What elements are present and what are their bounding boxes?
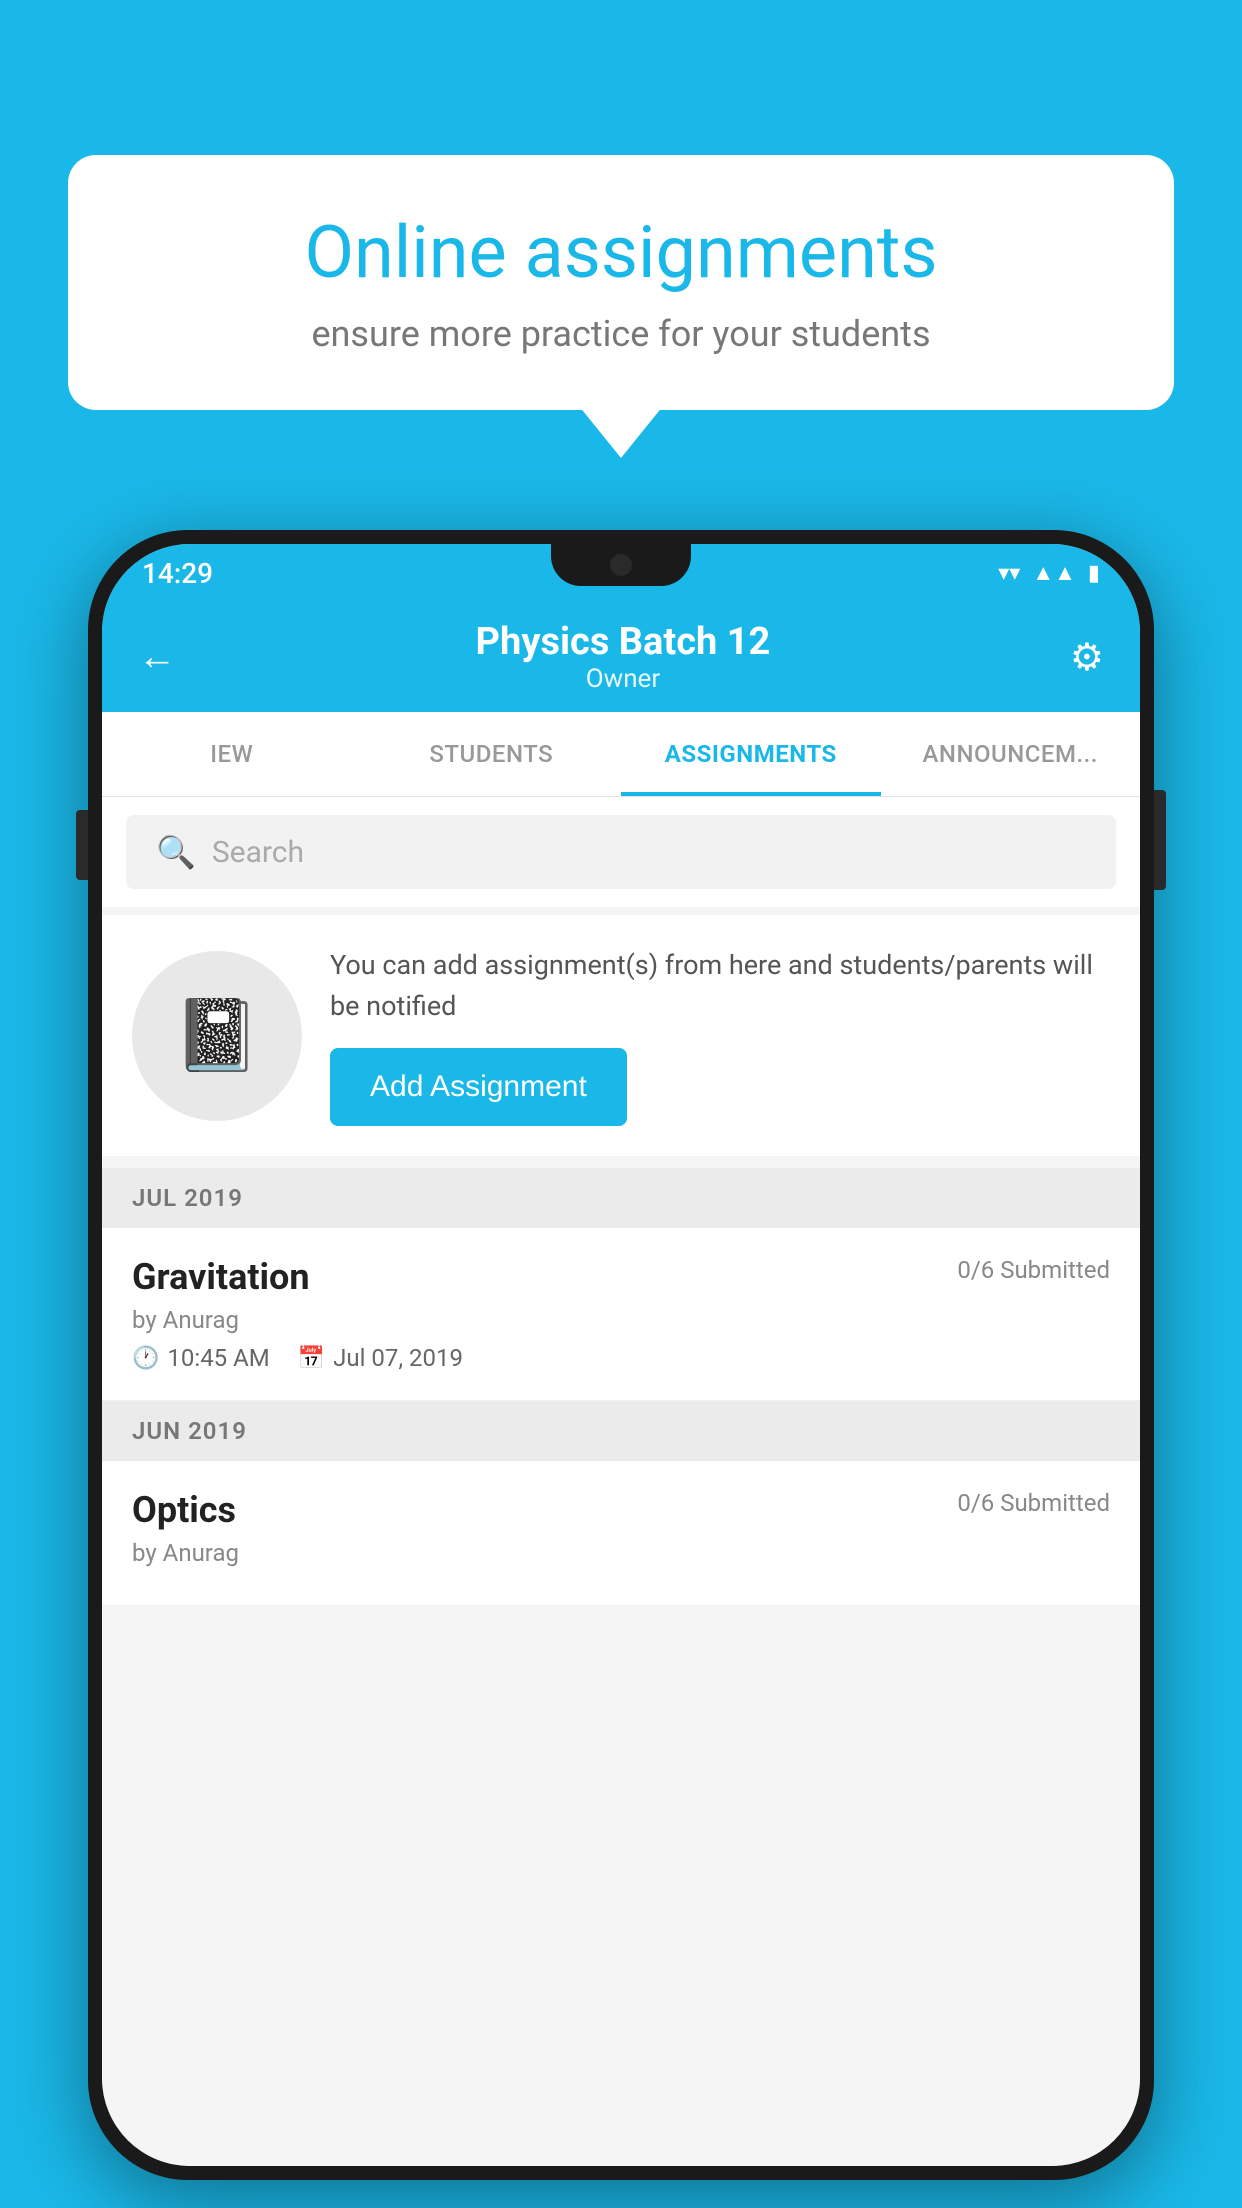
section-header-jul: JUL 2019: [102, 1168, 1140, 1228]
content-area: 🔍 Search 📓 You can add assignment(s) fro…: [102, 797, 1140, 2166]
tab-students[interactable]: STUDENTS: [362, 712, 622, 796]
assignment-submitted: 0/6 Submitted: [957, 1256, 1110, 1284]
assignment-date: 📅 Jul 07, 2019: [298, 1344, 463, 1372]
assignment-by-optics: by Anurag: [132, 1539, 1110, 1567]
app-header: ← Physics Batch 12 Owner ⚙: [102, 602, 1140, 712]
phone-screen: 14:29 ▾▾ ▲▲ ▮ ← Physics Batch 12 Owner ⚙…: [102, 544, 1140, 2166]
clock-icon: 🕐: [132, 1346, 159, 1371]
assignment-time: 🕐 10:45 AM: [132, 1344, 270, 1372]
notch-camera: [610, 554, 632, 576]
assignment-name: Gravitation: [132, 1256, 310, 1298]
tabs-bar: IEW STUDENTS ASSIGNMENTS ANNOUNCEM...: [102, 712, 1140, 797]
assignment-submitted-optics: 0/6 Submitted: [957, 1489, 1110, 1517]
header-title: Physics Batch 12: [476, 620, 771, 664]
tab-iew[interactable]: IEW: [102, 712, 362, 796]
promo-text: You can add assignment(s) from here and …: [330, 945, 1110, 1026]
search-bar[interactable]: 🔍 Search: [126, 815, 1116, 889]
notebook-icon: 📓: [173, 995, 260, 1077]
assignment-name-optics: Optics: [132, 1489, 236, 1531]
battery-icon: ▮: [1088, 561, 1100, 586]
tab-announcements[interactable]: ANNOUNCEM...: [881, 712, 1141, 796]
section-header-jun: JUN 2019: [102, 1401, 1140, 1461]
assignment-by: by Anurag: [132, 1306, 1110, 1334]
phone-notch: [551, 544, 691, 586]
header-subtitle: Owner: [476, 664, 771, 694]
assignment-row-top-optics: Optics 0/6 Submitted: [132, 1489, 1110, 1531]
time-value: 10:45 AM: [167, 1344, 269, 1372]
calendar-icon: 📅: [298, 1346, 325, 1371]
search-container: 🔍 Search: [102, 797, 1140, 907]
phone-side-btn-left: [76, 810, 88, 880]
speech-bubble: Online assignments ensure more practice …: [68, 155, 1174, 410]
assignment-item-optics[interactable]: Optics 0/6 Submitted by Anurag: [102, 1461, 1140, 1606]
status-time: 14:29: [142, 557, 213, 590]
status-icons: ▾▾ ▲▲ ▮: [998, 560, 1100, 586]
search-icon: 🔍: [156, 833, 196, 871]
date-value: Jul 07, 2019: [333, 1344, 463, 1372]
back-button[interactable]: ←: [138, 635, 176, 679]
search-placeholder: Search: [212, 835, 304, 870]
phone-device: 14:29 ▾▾ ▲▲ ▮ ← Physics Batch 12 Owner ⚙…: [88, 530, 1154, 2180]
wifi-icon: ▾▾: [998, 561, 1020, 586]
phone-side-btn-right: [1154, 790, 1166, 890]
header-center: Physics Batch 12 Owner: [476, 620, 771, 694]
tab-assignments[interactable]: ASSIGNMENTS: [621, 712, 881, 796]
assignment-promo: 📓 You can add assignment(s) from here an…: [102, 915, 1140, 1156]
settings-button[interactable]: ⚙: [1070, 635, 1104, 680]
assignment-item-gravitation[interactable]: Gravitation 0/6 Submitted by Anurag 🕐 10…: [102, 1228, 1140, 1401]
promo-icon-circle: 📓: [132, 951, 302, 1121]
add-assignment-button[interactable]: Add Assignment: [330, 1048, 627, 1126]
promo-right: You can add assignment(s) from here and …: [330, 945, 1110, 1126]
speech-bubble-container: Online assignments ensure more practice …: [68, 155, 1174, 410]
assignment-meta: 🕐 10:45 AM 📅 Jul 07, 2019: [132, 1344, 1110, 1372]
assignment-row-top: Gravitation 0/6 Submitted: [132, 1256, 1110, 1298]
speech-bubble-subtitle: ensure more practice for your students: [133, 313, 1109, 355]
speech-bubble-title: Online assignments: [133, 210, 1109, 295]
signal-icon: ▲▲: [1032, 560, 1076, 586]
